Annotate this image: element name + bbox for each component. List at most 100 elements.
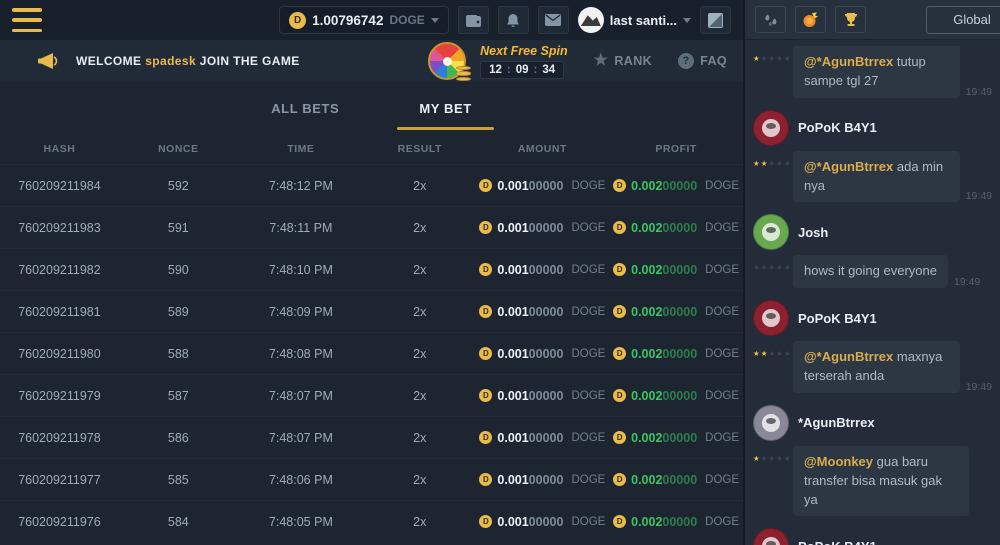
rain-icon: [763, 13, 779, 27]
bet-profit: D 0.00200000 DOGE: [609, 221, 743, 235]
bet-hash: 760209211976: [0, 515, 119, 529]
doge-coin-icon: D: [613, 263, 626, 276]
rain-button[interactable]: [755, 6, 786, 33]
doge-coin-icon: D: [479, 389, 492, 402]
message-bubble: @Moonkey gua baru transfer bisa masuk ga…: [793, 446, 969, 517]
chat-message[interactable]: PoPoK B4Y1 ★★★★★ @*AgunBtrrex kl pny uan…: [745, 522, 1000, 545]
mention: @Moonkey: [804, 454, 877, 469]
rank-label: RANK: [614, 54, 652, 68]
trophy-button[interactable]: [835, 6, 866, 33]
table-row[interactable]: 760209211981 589 7:48:09 PM 2x D 0.00100…: [0, 290, 743, 332]
chat-message[interactable]: Josh ★★★★★ hows it going everyone 19:49: [745, 208, 1000, 294]
star-rating: ★★★★★: [753, 255, 793, 272]
star-rating: ★★★★★: [753, 446, 793, 463]
bet-nonce: 589: [119, 305, 238, 319]
chat-message[interactable]: PoPoK B4Y1 ★★★★★ @*AgunBtrrex ada min ny…: [745, 104, 1000, 209]
message-timestamp: 19:49: [966, 86, 992, 98]
star-icon: ★: [768, 350, 775, 358]
free-spin-timer: 12: 09: 34: [480, 61, 564, 79]
star-rating: ★★★★★: [753, 46, 793, 63]
avatar: [753, 405, 789, 441]
chat-messages[interactable]: ★★★★★ @*AgunBtrrex tutup sampe tgl 27 19…: [745, 40, 1000, 545]
tab-all-bets[interactable]: ALL BETS: [267, 87, 343, 130]
doge-coin-icon: D: [479, 179, 492, 192]
chat-channel-button[interactable]: Global: [926, 6, 1000, 34]
bet-hash: 760209211978: [0, 431, 119, 445]
mention: @*AgunBtrrex: [804, 159, 897, 174]
bet-amount: D 0.00100000 DOGE: [475, 347, 609, 361]
user-name: last santi...: [610, 13, 677, 28]
welcome-text: WELCOME spadesk JOIN THE GAME: [76, 54, 300, 68]
star-icon: ★: [768, 264, 775, 272]
table-row[interactable]: 760209211982 590 7:48:10 PM 2x D 0.00100…: [0, 248, 743, 290]
bet-result: 2x: [364, 263, 475, 277]
table-row[interactable]: 760209211978 586 7:48:07 PM 2x D 0.00100…: [0, 416, 743, 458]
avatar: [753, 300, 789, 336]
bet-nonce: 591: [119, 221, 238, 235]
table-row[interactable]: 760209211980 588 7:48:08 PM 2x D 0.00100…: [0, 332, 743, 374]
chat-panel: Global ★★★★★ @*AgunBtrrex tutup sampe tg…: [745, 0, 1000, 545]
doge-coin-icon: D: [613, 347, 626, 360]
notifications-button[interactable]: [498, 6, 529, 34]
menu-icon[interactable]: [12, 8, 42, 32]
bet-rows: 760209211984 592 7:48:12 PM 2x D 0.00100…: [0, 164, 743, 542]
bet-nonce: 584: [119, 515, 238, 529]
star-icon: ★: [784, 455, 791, 463]
doge-coin-icon: D: [479, 515, 492, 528]
doge-coin-icon: D: [479, 305, 492, 318]
free-spin-widget[interactable]: Next Free Spin 12: 09: 34: [428, 42, 568, 80]
message-author: PoPoK B4Y1: [798, 539, 877, 545]
bet-profit: D 0.00200000 DOGE: [609, 305, 743, 319]
bet-result: 2x: [364, 221, 475, 235]
table-row[interactable]: 760209211984 592 7:48:12 PM 2x D 0.00100…: [0, 164, 743, 206]
bets-table: HASH NONCE TIME RESULT AMOUNT PROFIT 760…: [0, 134, 743, 545]
chat-message[interactable]: *AgunBtrrex ★★★★★ @Moonkey gua baru tran…: [745, 399, 1000, 523]
table-row[interactable]: 760209211977 585 7:48:06 PM 2x D 0.00100…: [0, 458, 743, 500]
doge-coin-icon: D: [613, 389, 626, 402]
bet-result: 2x: [364, 515, 475, 529]
table-header: HASH NONCE TIME RESULT AMOUNT PROFIT: [0, 134, 743, 164]
doge-coin-icon: D: [613, 221, 626, 234]
tab-my-bet[interactable]: MY BET: [415, 87, 475, 130]
col-hash: HASH: [0, 143, 119, 155]
star-icon: ★: [784, 160, 791, 168]
doge-coin-icon: D: [479, 347, 492, 360]
bet-profit: D 0.00200000 DOGE: [609, 347, 743, 361]
doge-coin-icon: D: [479, 473, 492, 486]
message-bubble: @*AgunBtrrex tutup sampe tgl 27: [793, 46, 960, 98]
bet-hash: 760209211979: [0, 389, 119, 403]
faq-link[interactable]: ? FAQ: [678, 53, 727, 69]
chat-message[interactable]: ★★★★★ @*AgunBtrrex tutup sampe tgl 27 19…: [745, 44, 1000, 104]
table-row[interactable]: 760209211976 584 7:48:05 PM 2x D 0.00100…: [0, 500, 743, 542]
message-bubble: @*AgunBtrrex maxnya terserah anda: [793, 341, 960, 393]
bet-result: 2x: [364, 179, 475, 193]
bet-profit: D 0.00200000 DOGE: [609, 389, 743, 403]
bet-hash: 760209211981: [0, 305, 119, 319]
col-amount: AMOUNT: [475, 143, 609, 155]
chat-toggle-button[interactable]: [700, 6, 731, 34]
bet-time: 7:48:06 PM: [238, 473, 364, 487]
star-icon: ★: [761, 350, 768, 358]
user-menu[interactable]: last santi...: [578, 7, 691, 33]
star-icon: ★: [776, 160, 783, 168]
bet-amount: D 0.00100000 DOGE: [475, 221, 609, 235]
chat-message[interactable]: PoPoK B4Y1 ★★★★★ @*AgunBtrrex maxnya ter…: [745, 294, 1000, 399]
message-timestamp: 19:49: [966, 190, 992, 202]
fireball-button[interactable]: [795, 6, 826, 33]
bet-nonce: 590: [119, 263, 238, 277]
messages-button[interactable]: [538, 6, 569, 34]
bet-profit: D 0.00200000 DOGE: [609, 179, 743, 193]
table-row[interactable]: 760209211983 591 7:48:11 PM 2x D 0.00100…: [0, 206, 743, 248]
avatar: [753, 528, 789, 545]
doge-coin-icon: D: [289, 12, 306, 29]
message-author: Josh: [798, 225, 828, 240]
bet-amount: D 0.00100000 DOGE: [475, 389, 609, 403]
balance-selector[interactable]: D 1.00796742 DOGE: [279, 6, 449, 34]
trophy-icon: [843, 12, 859, 27]
chat-toggle-icon: [708, 13, 723, 28]
rank-link[interactable]: ★ RANK: [594, 53, 652, 69]
table-row[interactable]: 760209211979 587 7:48:07 PM 2x D 0.00100…: [0, 374, 743, 416]
col-nonce: NONCE: [119, 143, 238, 155]
wallet-button[interactable]: [458, 6, 489, 34]
bet-hash: 760209211982: [0, 263, 119, 277]
